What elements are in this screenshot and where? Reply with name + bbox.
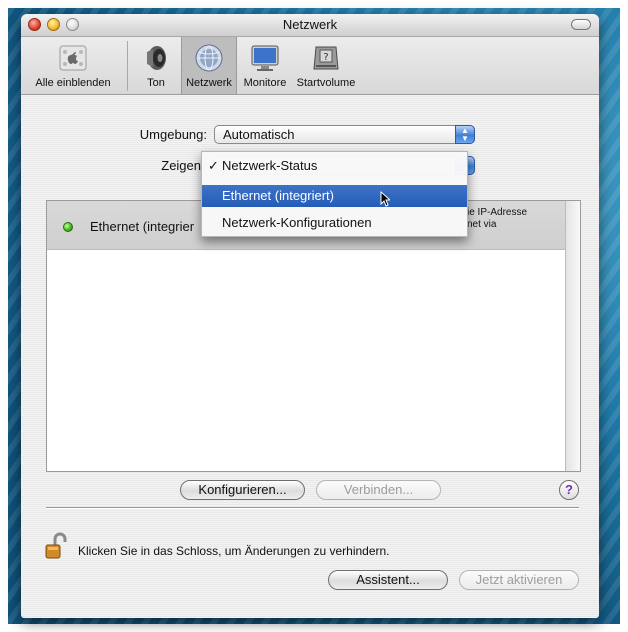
toolbar-sound[interactable]: Ton: [131, 37, 181, 94]
network-status-list[interactable]: Ethernet (integrier ie IP-Adresse net vi…: [46, 200, 581, 472]
assistant-button[interactable]: Assistent...: [328, 570, 448, 590]
connect-button[interactable]: Verbinden...: [316, 480, 441, 500]
help-button[interactable]: ?: [559, 480, 579, 500]
speaker-icon: [147, 46, 166, 70]
status-indicator: [63, 222, 73, 232]
toolbar-label: Startvolume: [296, 77, 356, 89]
toolbar-separator: [127, 41, 128, 91]
title-bar[interactable]: Netzwerk: [21, 14, 599, 37]
service-description-line: ie IP-Adresse: [467, 207, 528, 218]
service-description-line: net via: [467, 219, 497, 230]
location-value: Automatisch: [223, 127, 295, 142]
toolbar-network[interactable]: Netzwerk: [181, 37, 237, 94]
show-label: Zeigen: [161, 158, 201, 173]
divider: [46, 507, 579, 508]
menu-item-label: Netzwerk-Status: [222, 158, 318, 173]
scrollbar[interactable]: [565, 201, 580, 471]
svg-text:?: ?: [323, 52, 328, 63]
service-name: Ethernet (integrier: [90, 219, 195, 234]
service-description: ie IP-Adresse net via: [467, 207, 527, 231]
toolbar-label: Netzwerk: [186, 77, 232, 89]
location-label: Umgebung:: [139, 127, 207, 142]
toolbar-startup-disk[interactable]: ? Startvolume: [293, 37, 359, 94]
toolbar-label: Alle einblenden: [35, 77, 111, 89]
menu-item-label: Netzwerk-Konfigurationen: [222, 215, 372, 230]
apple-logo-icon: [59, 45, 87, 71]
toolbar-show-all[interactable]: Alle einblenden: [21, 37, 125, 94]
lock-icon[interactable]: [45, 532, 67, 560]
toolbar-label: Ton: [147, 77, 165, 89]
menu-item-network-configurations[interactable]: Netzwerk-Konfigurationen: [202, 212, 467, 234]
popup-arrows-icon: ▲▼: [455, 125, 475, 144]
monitor-icon: [251, 45, 279, 71]
window-title: Netzwerk: [282, 17, 338, 32]
toolbar-displays[interactable]: Monitore: [237, 37, 293, 94]
network-globe-icon: [195, 44, 223, 72]
activate-now-button[interactable]: Jetzt aktivieren: [459, 570, 579, 590]
menu-item-network-status[interactable]: ✓ Netzwerk-Status: [202, 155, 467, 177]
location-popup[interactable]: Automatisch ▲ ▼: [214, 125, 475, 144]
menu-item-label: Ethernet (integriert): [222, 188, 334, 203]
menu-item-ethernet[interactable]: Ethernet (integriert): [202, 185, 467, 207]
lock-message: Klicken Sie in das Schloss, um Änderunge…: [78, 544, 390, 558]
checkmark-icon: ✓: [208, 158, 219, 173]
toolbar-label: Monitore: [243, 77, 287, 89]
system-preferences-window: Netzwerk Alle einblenden Ton Netzwerk Mo…: [21, 14, 599, 618]
mouse-cursor-icon: [380, 191, 390, 207]
configure-button[interactable]: Konfigurieren...: [180, 480, 305, 500]
toolbar: Alle einblenden Ton Netzwerk Monitore ? …: [21, 37, 599, 95]
toolbar-toggle-button[interactable]: [571, 19, 591, 30]
show-popup-menu: ✓ Netzwerk-Status Ethernet (integriert) …: [201, 151, 468, 237]
startup-disk-icon: ?: [313, 46, 339, 70]
